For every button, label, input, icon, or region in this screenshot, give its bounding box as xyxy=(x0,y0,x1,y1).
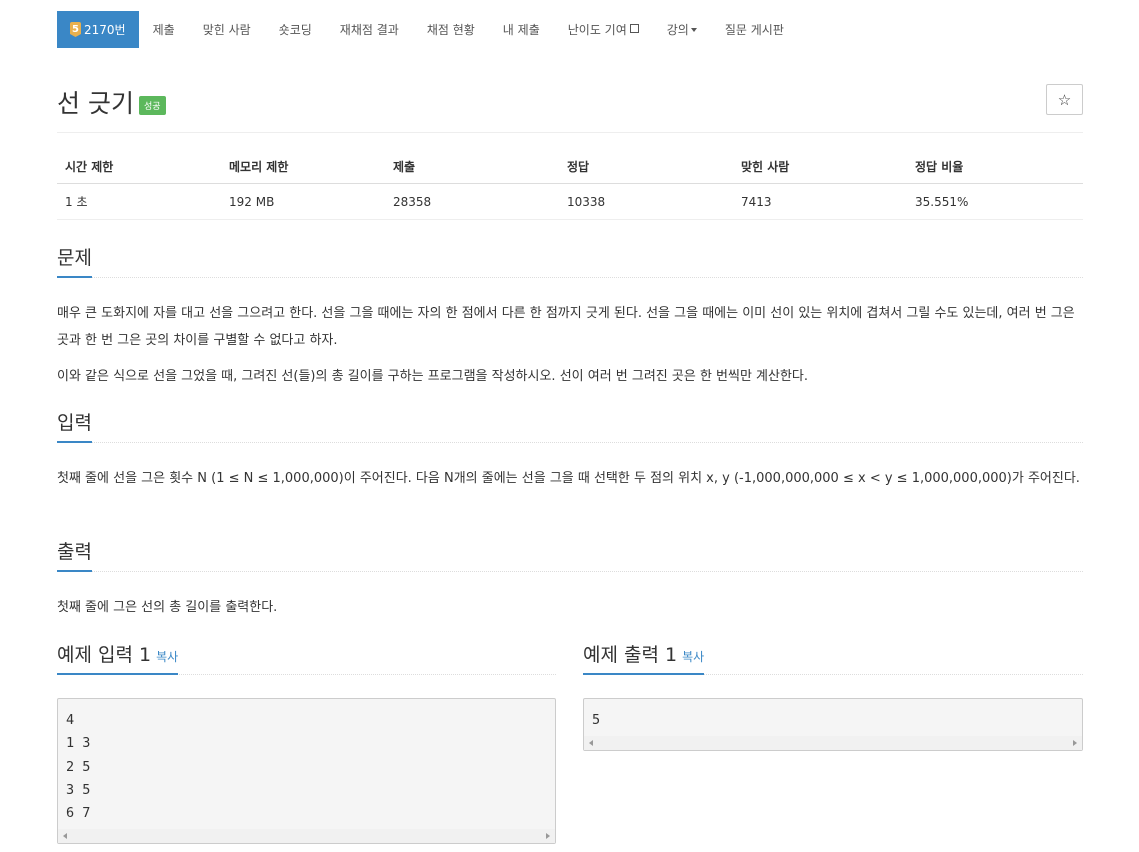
nav-lectures-label: 강의 xyxy=(666,23,689,37)
code-line: 1 3 xyxy=(66,735,91,752)
sample-input-code[interactable]: 4 1 3 2 5 3 5 6 7 xyxy=(57,698,556,845)
input-paragraph: 첫째 줄에 선을 그은 횟수 N (1 ≤ N ≤ 1,000,000)이 주어… xyxy=(57,471,1080,486)
value-time-limit: 1 초 xyxy=(57,183,221,220)
header-accepted: 정답 xyxy=(559,152,733,184)
problem-title: 선 긋기 xyxy=(57,89,134,118)
code-line: 5 xyxy=(592,712,601,728)
nav-solved-users-label: 맞힌 사람 xyxy=(202,23,251,37)
code-line: 3 5 xyxy=(66,781,91,798)
output-section: 출력 첫째 줄에 그은 선의 총 길이를 출력한다. xyxy=(57,537,1083,621)
sample-input-panel: 예제 입력 1 복사 4 1 3 2 5 3 5 6 7 xyxy=(57,640,556,845)
description-paragraph: 이와 같은 식으로 선을 그었을 때, 그려진 선(들)의 총 길이를 구하는 … xyxy=(57,369,809,384)
nav-solved-users[interactable]: 맞힌 사람 xyxy=(189,11,265,48)
section-heading: 문제 xyxy=(57,243,92,278)
scroll-right-arrow-icon[interactable] xyxy=(1073,740,1077,747)
nav-my-submissions-label: 내 제출 xyxy=(502,23,540,37)
code-line: 4 xyxy=(66,712,75,728)
caret-down-icon xyxy=(690,27,697,32)
nav-difficulty-contribution[interactable]: 난이도 기여 xyxy=(554,11,653,48)
nav-judge-status-label: 채점 현황 xyxy=(426,23,475,37)
header-solved-users: 맞힌 사람 xyxy=(733,152,907,184)
sample-output-title: 예제 출력 1 xyxy=(583,644,678,666)
divider xyxy=(57,571,1083,572)
problem-info-table: 시간 제한 메모리 제한 제출 정답 맞힌 사람 정답 비율 1 초 192 M… xyxy=(57,152,1083,220)
value-solved-users: 7413 xyxy=(733,183,907,220)
nav-question-board-label: 질문 게시판 xyxy=(724,23,784,37)
divider xyxy=(57,132,1083,133)
status-badge: 성공 xyxy=(139,96,166,115)
value-memory-limit: 192 MB xyxy=(221,183,385,220)
code-line: 2 5 xyxy=(66,758,91,775)
header-accept-ratio: 정답 비율 xyxy=(907,152,1083,184)
sample-input-heading: 예제 입력 1 복사 xyxy=(57,640,179,675)
nav-submit-label: 제출 xyxy=(152,23,175,37)
problem-menu: 5 2170번 제출 맞힌 사람 숏코딩 재채점 결과 채점 현황 내 제출 난… xyxy=(57,11,798,48)
header-time-limit: 시간 제한 xyxy=(57,152,221,184)
sample-output-heading: 예제 출력 1 복사 xyxy=(583,640,705,675)
nav-short-coding-label: 숏코딩 xyxy=(278,23,312,37)
scroll-left-arrow-icon[interactable] xyxy=(63,833,67,840)
nav-lectures-dropdown[interactable]: 강의 xyxy=(653,11,711,48)
sample-output-code[interactable]: 5 xyxy=(583,698,1083,752)
copy-button[interactable]: 복사 xyxy=(682,650,704,664)
description-paragraph: 매우 큰 도화지에 자를 대고 선을 그으려고 한다. 선을 그을 때에는 자의… xyxy=(57,306,1075,348)
value-accept-ratio: 35.551% xyxy=(907,183,1083,220)
code-line: 6 7 xyxy=(66,805,91,822)
nav-problem-number[interactable]: 5 2170번 xyxy=(57,11,139,48)
value-submissions: 28358 xyxy=(385,183,559,220)
header-memory-limit: 메모리 제한 xyxy=(221,152,385,184)
divider xyxy=(57,442,1083,443)
sample-output-panel: 예제 출력 1 복사 5 xyxy=(583,640,1083,752)
value-accepted: 10338 xyxy=(559,183,733,220)
nav-short-coding[interactable]: 숏코딩 xyxy=(265,11,326,48)
favorite-button[interactable]: ☆ xyxy=(1046,84,1083,115)
nav-my-submissions[interactable]: 내 제출 xyxy=(489,11,554,48)
copy-button[interactable]: 복사 xyxy=(156,650,178,664)
nav-difficulty-contribution-label: 난이도 기여 xyxy=(567,23,627,37)
nav-judge-status[interactable]: 채점 현황 xyxy=(413,11,489,48)
divider xyxy=(57,277,1083,278)
section-heading: 출력 xyxy=(57,537,92,572)
horizontal-scrollbar[interactable] xyxy=(584,736,1082,751)
tier-badge-icon: 5 xyxy=(70,22,81,37)
nav-rejudge-results-label: 재채점 결과 xyxy=(339,23,399,37)
problem-header: 선 긋기 성공 ☆ xyxy=(57,84,1083,124)
section-heading: 입력 xyxy=(57,408,92,443)
nav-problem-number-label: 2170번 xyxy=(84,23,126,37)
info-header-row: 시간 제한 메모리 제한 제출 정답 맞힌 사람 정답 비율 xyxy=(57,152,1083,184)
star-icon: ☆ xyxy=(1057,90,1072,109)
external-link-icon xyxy=(629,24,639,33)
scroll-left-arrow-icon[interactable] xyxy=(589,740,593,747)
nav-submit[interactable]: 제출 xyxy=(139,11,189,48)
sample-input-title: 예제 입력 1 xyxy=(57,644,152,666)
nav-question-board[interactable]: 질문 게시판 xyxy=(711,11,798,48)
header-submissions: 제출 xyxy=(385,152,559,184)
horizontal-scrollbar[interactable] xyxy=(58,829,555,844)
input-section: 입력 첫째 줄에 선을 그은 횟수 N (1 ≤ N ≤ 1,000,000)이… xyxy=(57,408,1083,492)
info-value-row: 1 초 192 MB 28358 10338 7413 35.551% xyxy=(57,183,1083,220)
output-paragraph: 첫째 줄에 그은 선의 총 길이를 출력한다. xyxy=(57,600,278,615)
description-section: 문제 매우 큰 도화지에 자를 대고 선을 그으려고 한다. 선을 그을 때에는… xyxy=(57,243,1083,390)
scroll-right-arrow-icon[interactable] xyxy=(546,833,550,840)
nav-rejudge-results[interactable]: 재채점 결과 xyxy=(326,11,413,48)
